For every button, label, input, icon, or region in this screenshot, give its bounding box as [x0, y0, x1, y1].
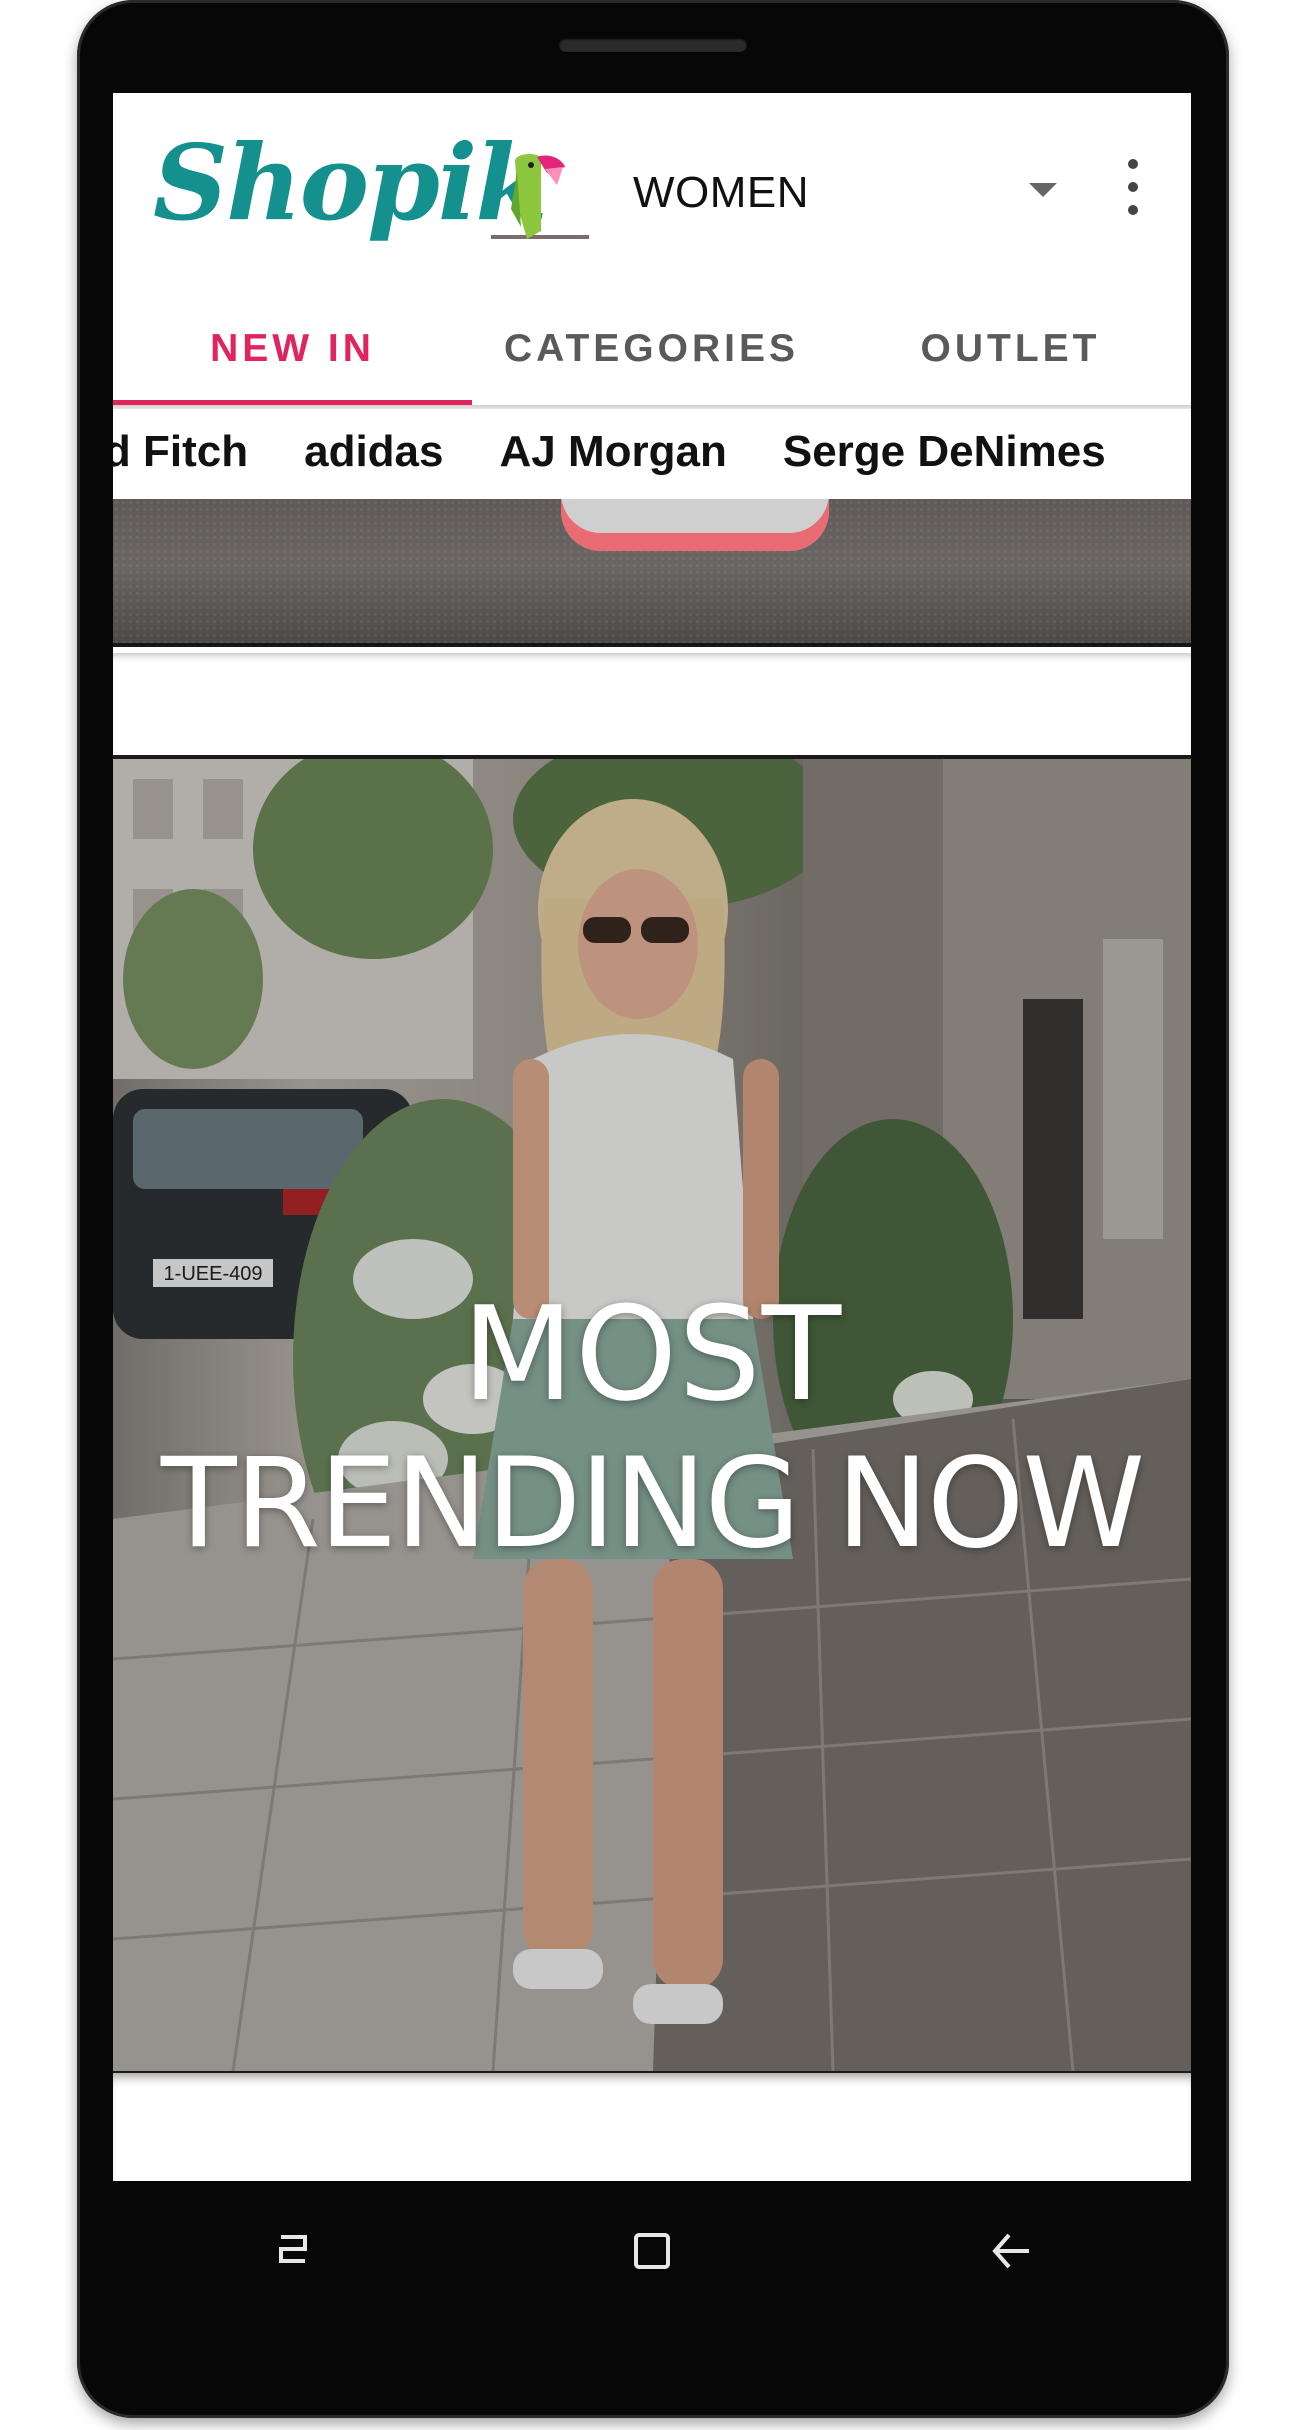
- phone-frame: Shopik WOMEN NEW IN CATEGORIES OUTLET d …: [77, 0, 1229, 2418]
- headline-line-1: MOST: [461, 1278, 843, 1430]
- recents-icon: [278, 2235, 307, 2263]
- app-logo: Shopik: [153, 121, 547, 244]
- brand-item[interactable]: AJ Morgan: [499, 427, 726, 477]
- back-button[interactable]: [832, 2181, 1191, 2321]
- brand-item[interactable]: nd Fitch: [113, 427, 248, 477]
- card-spacer: [113, 653, 1191, 753]
- tab-categories[interactable]: CATEGORIES: [472, 293, 831, 405]
- phone-speaker: [559, 38, 747, 52]
- recents-button[interactable]: [113, 2181, 472, 2321]
- tab-new-in[interactable]: NEW IN: [113, 293, 472, 405]
- trending-banner[interactable]: 1-UEE-409: [113, 755, 1191, 2075]
- system-nav-bar: [113, 2181, 1191, 2321]
- more-vert-icon[interactable]: [1113, 159, 1153, 215]
- brand-item[interactable]: Serge DeNimes: [783, 427, 1106, 477]
- headline-line-2: TRENDING NOW: [160, 1432, 1145, 1576]
- next-card-partial: [113, 2073, 1191, 2181]
- brand-carousel[interactable]: nd Fitch adidas AJ Morgan Serge DeNimes: [113, 409, 1191, 499]
- app-bar: Shopik WOMEN: [113, 93, 1191, 293]
- gender-selected-value: WOMEN: [633, 168, 810, 217]
- promo-banner-partial[interactable]: [113, 499, 1191, 647]
- gender-dropdown[interactable]: WOMEN: [633, 153, 1057, 233]
- parrot-logo-icon: [491, 154, 589, 239]
- home-button[interactable]: [472, 2181, 831, 2321]
- arrow-drop-down-icon: [1029, 183, 1057, 197]
- sneaker-image: [561, 499, 829, 551]
- home-icon: [633, 2233, 670, 2269]
- tab-outlet[interactable]: OUTLET: [831, 293, 1190, 405]
- app-screen: Shopik WOMEN NEW IN CATEGORIES OUTLET d …: [113, 93, 1191, 2181]
- brand-item[interactable]: adidas: [304, 427, 443, 477]
- main-tabs: NEW IN CATEGORIES OUTLET: [113, 293, 1191, 405]
- back-icon: [992, 2233, 1030, 2269]
- banner-headline: MOST TRENDING NOW: [113, 1279, 1191, 1579]
